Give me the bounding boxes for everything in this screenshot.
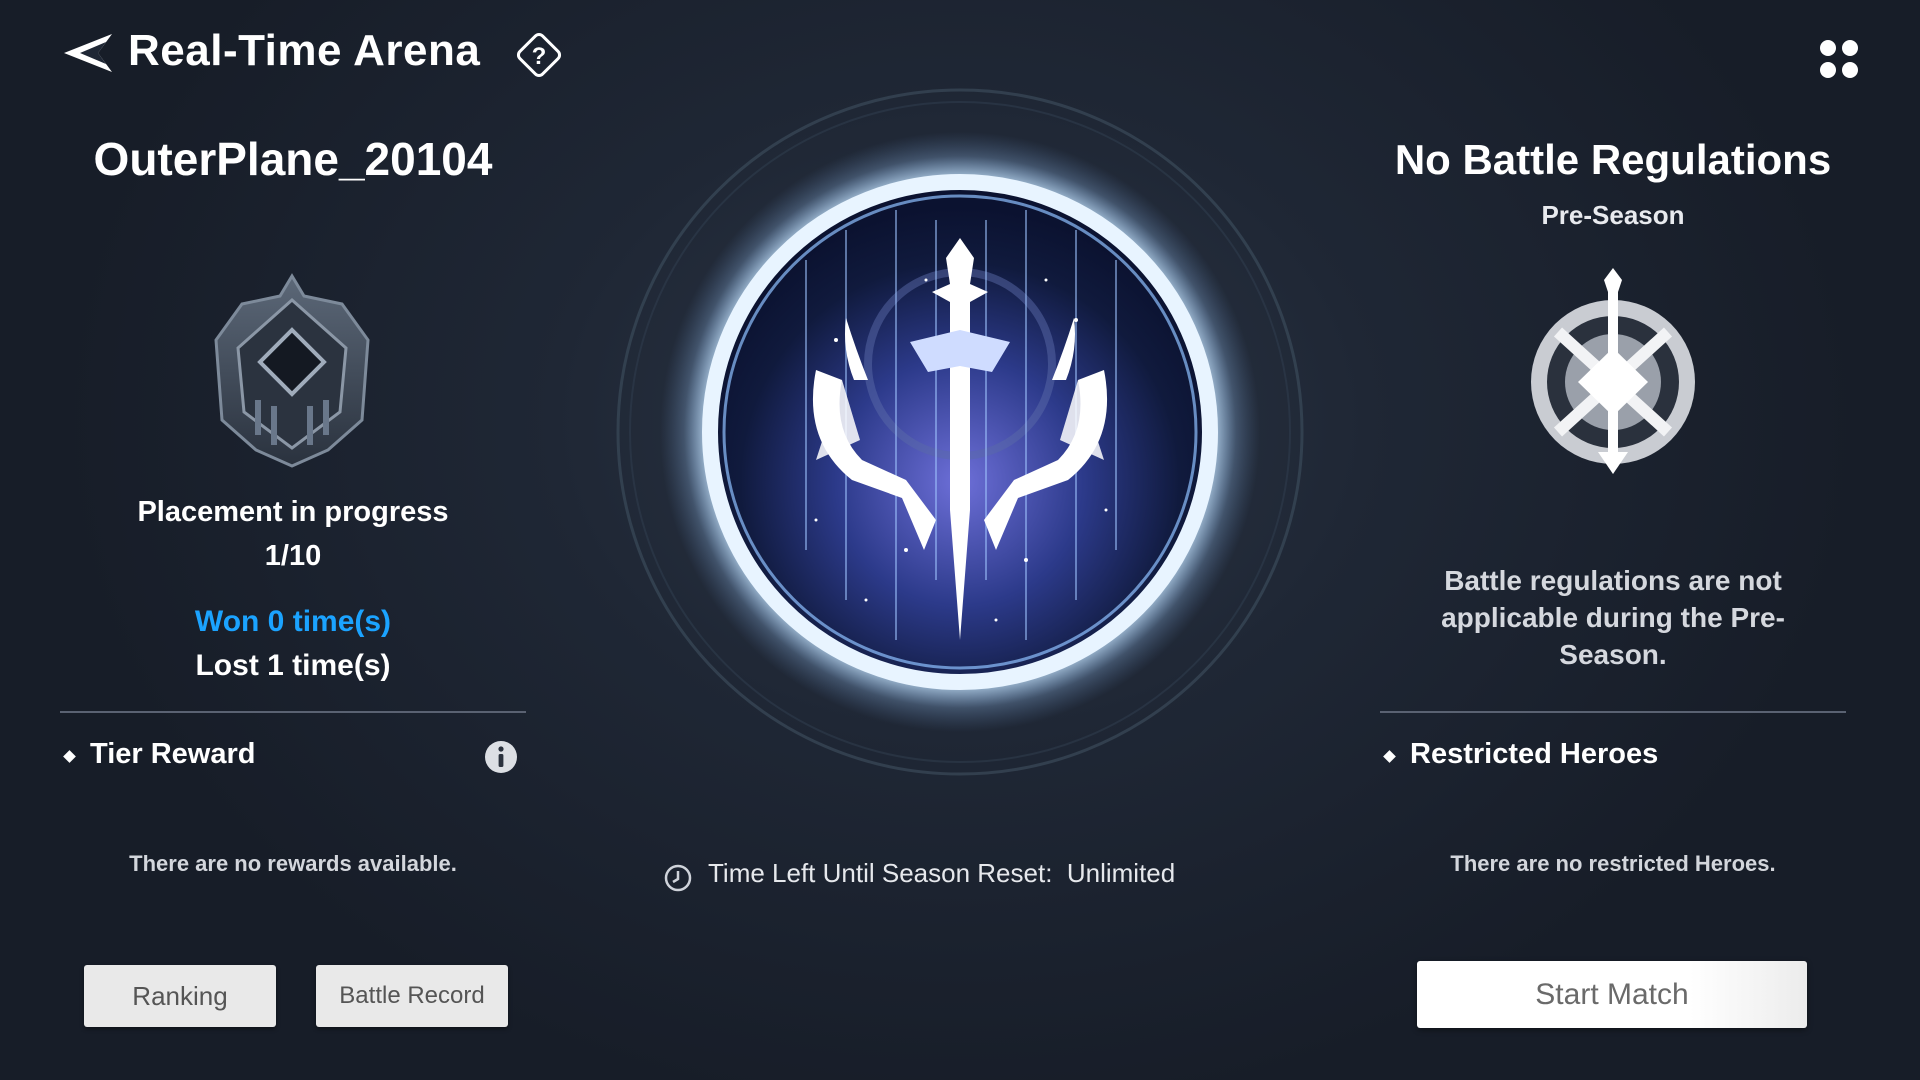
- season-reset-timer: Time Left Until Season Reset: Unlimited: [708, 858, 1176, 888]
- help-icon[interactable]: ?: [514, 30, 564, 80]
- svg-text:?: ?: [532, 43, 547, 70]
- ranking-button[interactable]: Ranking: [84, 965, 276, 1027]
- info-icon[interactable]: [482, 738, 520, 776]
- regulation-emblem-icon: [1531, 268, 1695, 474]
- placement-label: Placement in progress: [137, 496, 449, 528]
- lost-count: Lost 1 time(s): [195, 649, 391, 682]
- regulations-subtitle: Pre-Season: [1541, 200, 1685, 230]
- no-rewards-text: There are no rewards available.: [129, 851, 457, 876]
- bullet-icon: [1383, 750, 1396, 763]
- battle-record-button[interactable]: Battle Record: [316, 965, 508, 1027]
- restricted-heroes-title: Restricted Heroes: [1410, 738, 1659, 770]
- tier-badge-icon: [214, 273, 370, 468]
- clock-icon: [664, 864, 692, 892]
- right-divider: [1380, 711, 1846, 713]
- menu-icon[interactable]: [1818, 38, 1860, 80]
- regulations-title: No Battle Regulations: [1394, 136, 1832, 183]
- arena-emblem-icon[interactable]: [606, 80, 1306, 780]
- player-name: OuterPlane_20104: [93, 133, 493, 185]
- placement-count: 1/10: [264, 540, 322, 572]
- tier-reward-title: Tier Reward: [90, 738, 256, 770]
- no-restricted-heroes-text: There are no restricted Heroes.: [1450, 851, 1776, 876]
- page-title: Real-Time Arena: [128, 26, 481, 75]
- regulations-description: Battle regulations are not applicable du…: [1441, 565, 1785, 670]
- start-match-button[interactable]: Start Match: [1417, 961, 1807, 1028]
- back-arrow-icon[interactable]: [62, 30, 114, 76]
- left-divider: [60, 711, 526, 713]
- won-count: Won 0 time(s): [194, 605, 392, 638]
- bullet-icon: [63, 750, 76, 763]
